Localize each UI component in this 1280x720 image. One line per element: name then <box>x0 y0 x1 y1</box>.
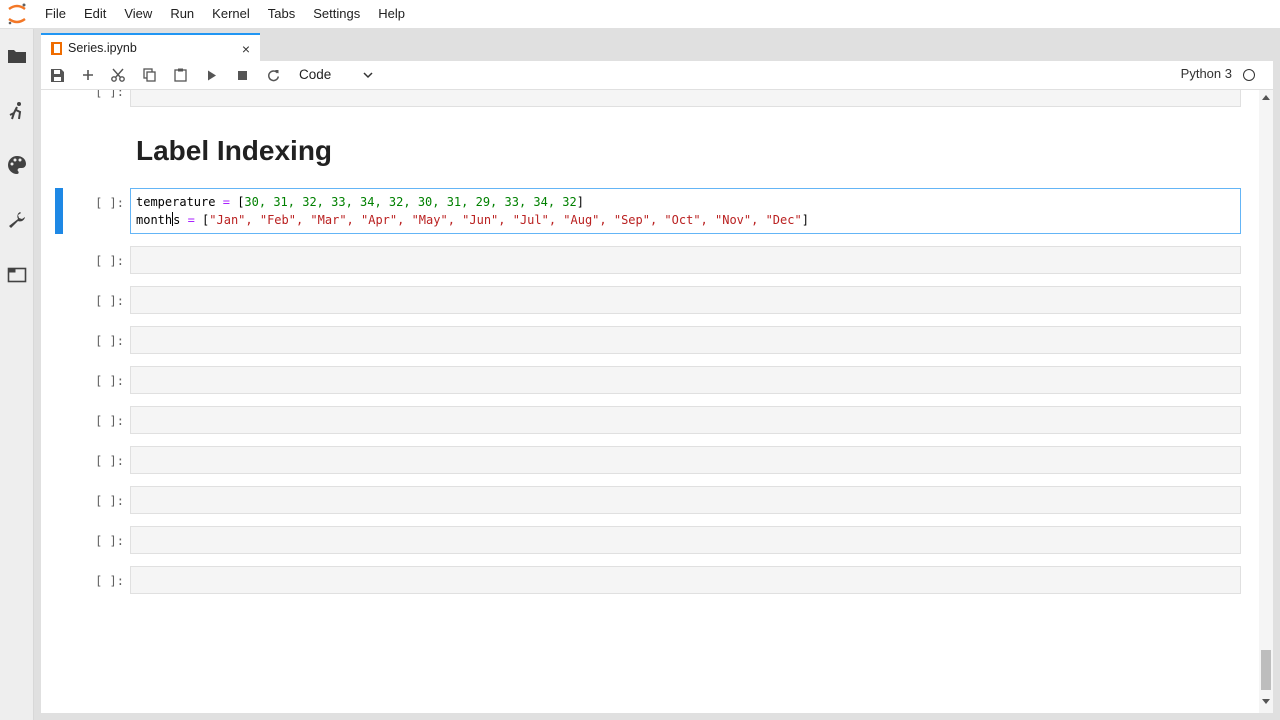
cell-prompt: [ ]: <box>95 196 124 210</box>
close-icon[interactable]: × <box>242 41 250 57</box>
cell-prompt: [ ]: <box>95 494 124 508</box>
running-icon[interactable] <box>6 100 28 122</box>
kernel-status-icon <box>1243 69 1255 81</box>
cell-prompt: [ ]: <box>95 254 124 268</box>
chevron-down-icon <box>363 65 373 91</box>
code-cell-input[interactable] <box>130 446 1241 474</box>
cell-prompt: [ ]: <box>95 574 124 588</box>
scroll-down-icon[interactable] <box>1262 699 1270 704</box>
menu-tabs[interactable]: Tabs <box>259 0 304 28</box>
notebook-icon <box>51 41 62 55</box>
save-icon[interactable] <box>48 66 66 84</box>
markdown-heading: Label Indexing <box>136 135 333 166</box>
active-code-cell-input[interactable]: temperature = [30, 31, 32, 33, 34, 32, 3… <box>130 188 1241 234</box>
code-cell-input[interactable] <box>130 526 1241 554</box>
cell-prompt: [ ]: <box>95 334 124 348</box>
copy-icon[interactable] <box>140 66 158 84</box>
restart-icon[interactable] <box>264 66 282 84</box>
tab-series-notebook[interactable]: Series.ipynb × <box>41 33 260 61</box>
palette-icon[interactable] <box>6 154 28 176</box>
vertical-scrollbar[interactable] <box>1259 90 1273 713</box>
menu-settings[interactable]: Settings <box>304 0 369 28</box>
cell-prompt: [ ]: <box>95 454 124 468</box>
menu-bar: File Edit View Run Kernel Tabs Settings … <box>0 0 1280 29</box>
add-cell-icon[interactable] <box>79 66 97 84</box>
code-cell-input[interactable] <box>130 246 1241 274</box>
notebook-content[interactable]: [ ]: Label Indexing [ ]: temperature = [… <box>41 90 1273 713</box>
tab-title: Series.ipynb <box>68 41 137 55</box>
menu-view[interactable]: View <box>115 0 161 28</box>
run-icon[interactable] <box>203 66 221 84</box>
menu-edit[interactable]: Edit <box>75 0 115 28</box>
code-cell-input[interactable] <box>130 90 1241 107</box>
code-line-1: temperature = [30, 31, 32, 33, 34, 32, 3… <box>136 195 584 209</box>
menu-help[interactable]: Help <box>369 0 414 28</box>
main-dock: Series.ipynb × Code Python 3 []: Label … <box>34 29 1280 720</box>
left-sidebar <box>0 29 34 720</box>
paste-icon[interactable] <box>171 66 189 84</box>
code-cell-input[interactable] <box>130 566 1241 594</box>
cell-prompt: [ ]: <box>95 90 124 99</box>
notebook-panel: Code Python 3 [ ]: Label Indexing [ ]: t… <box>41 61 1273 713</box>
code-cell-input[interactable] <box>130 486 1241 514</box>
active-cell-indicator <box>55 188 63 234</box>
cell-prompt: [ ]: <box>95 534 124 548</box>
kernel-name[interactable]: Python 3 <box>1181 66 1232 81</box>
cell-prompt: [ ]: <box>95 294 124 308</box>
cell-type-value: Code <box>299 67 332 82</box>
cut-icon[interactable] <box>109 66 127 84</box>
menu-run[interactable]: Run <box>161 0 203 28</box>
tabs-icon[interactable] <box>6 264 28 286</box>
menu-kernel[interactable]: Kernel <box>203 0 259 28</box>
wrench-icon[interactable] <box>6 209 28 231</box>
scroll-up-icon[interactable] <box>1262 95 1270 100</box>
cell-type-select[interactable]: Code <box>299 65 379 85</box>
code-line-2: months = ["Jan", "Feb", "Mar", "Apr", "M… <box>136 212 809 227</box>
tab-bar: Series.ipynb × <box>34 29 1280 61</box>
menu-file[interactable]: File <box>34 0 75 28</box>
cell-prompt: [ ]: <box>95 374 124 388</box>
stop-icon[interactable] <box>233 66 251 84</box>
code-cell-input[interactable] <box>130 326 1241 354</box>
scrollbar-thumb[interactable] <box>1261 650 1271 690</box>
folder-icon[interactable] <box>6 45 28 67</box>
code-cell-input[interactable] <box>130 406 1241 434</box>
code-cell-input[interactable] <box>130 366 1241 394</box>
jupyter-logo-icon[interactable] <box>0 0 34 28</box>
cell-prompt: [ ]: <box>95 414 124 428</box>
notebook-toolbar: Code Python 3 <box>41 61 1273 90</box>
code-cell-input[interactable] <box>130 286 1241 314</box>
